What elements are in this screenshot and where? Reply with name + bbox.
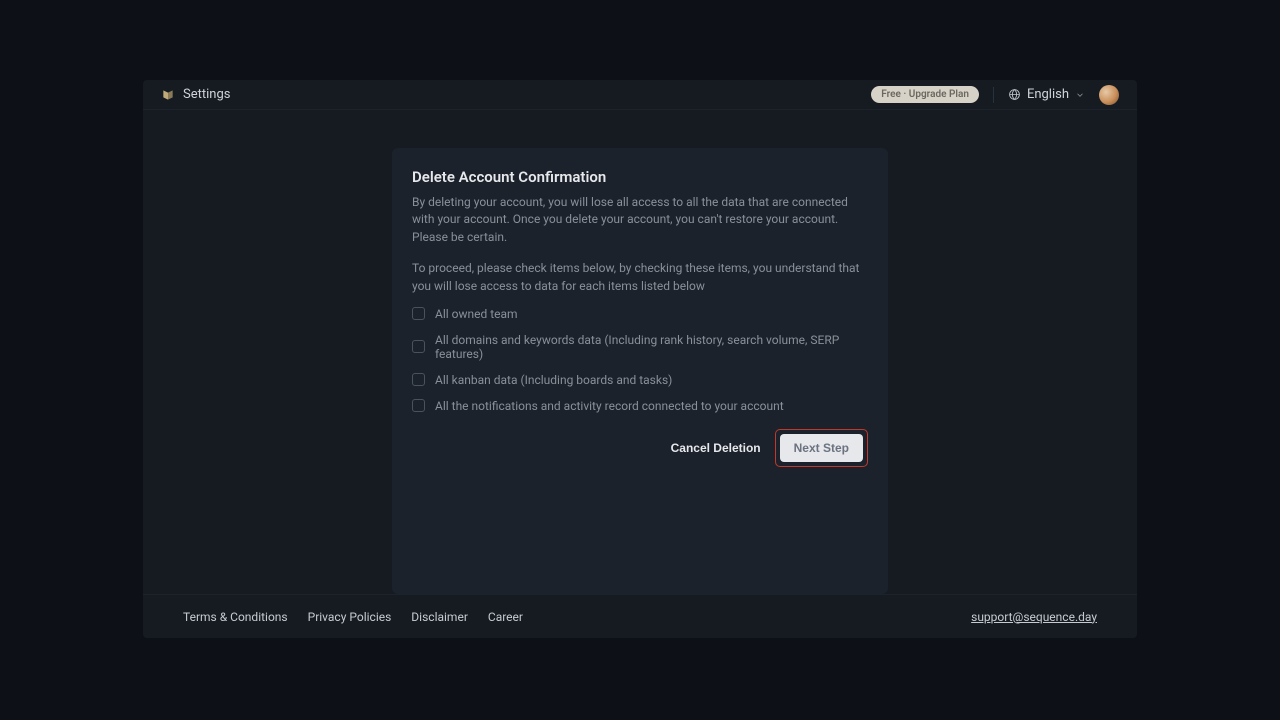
divider xyxy=(993,87,994,103)
page-title: Settings xyxy=(183,87,230,102)
header-right: Free · Upgrade Plan English xyxy=(871,85,1119,105)
checkbox-icon xyxy=(412,340,425,353)
app-window: Settings Free · Upgrade Plan English xyxy=(143,80,1137,638)
check-label: All domains and keywords data (Including… xyxy=(435,333,868,361)
checkbox-icon xyxy=(412,373,425,386)
check-owned-team[interactable]: All owned team xyxy=(412,307,868,321)
card-description-2: To proceed, please check items below, by… xyxy=(412,260,868,295)
avatar[interactable] xyxy=(1099,85,1119,105)
check-label: All owned team xyxy=(435,307,518,321)
next-step-button[interactable]: Next Step xyxy=(780,434,863,462)
check-label: All the notifications and activity recor… xyxy=(435,399,784,413)
delete-account-card: Delete Account Confirmation By deleting … xyxy=(392,148,888,594)
app-logo-icon xyxy=(161,88,175,102)
language-label: English xyxy=(1027,87,1069,102)
next-step-highlight: Next Step xyxy=(775,429,868,467)
checkbox-icon xyxy=(412,307,425,320)
support-email-link[interactable]: support@sequence.day xyxy=(971,610,1097,624)
checkbox-icon xyxy=(412,399,425,412)
footer-link-career[interactable]: Career xyxy=(488,610,523,624)
header-left: Settings xyxy=(161,87,230,102)
globe-icon xyxy=(1008,88,1021,101)
checkbox-list: All owned team All domains and keywords … xyxy=(412,307,868,413)
check-label: All kanban data (Including boards and ta… xyxy=(435,373,672,387)
chevron-down-icon xyxy=(1075,90,1085,100)
footer-link-terms[interactable]: Terms & Conditions xyxy=(183,610,288,624)
check-domains-keywords[interactable]: All domains and keywords data (Including… xyxy=(412,333,868,361)
card-actions: Cancel Deletion Next Step xyxy=(412,429,868,467)
card-description-1: By deleting your account, you will lose … xyxy=(412,194,868,246)
footer-links: Terms & Conditions Privacy Policies Disc… xyxy=(183,610,523,624)
cancel-deletion-button[interactable]: Cancel Deletion xyxy=(671,441,761,455)
language-selector[interactable]: English xyxy=(1008,87,1085,102)
footer-link-privacy[interactable]: Privacy Policies xyxy=(308,610,392,624)
footer: Terms & Conditions Privacy Policies Disc… xyxy=(143,594,1137,638)
header: Settings Free · Upgrade Plan English xyxy=(143,80,1137,110)
main-content: Delete Account Confirmation By deleting … xyxy=(143,110,1137,594)
card-title: Delete Account Confirmation xyxy=(412,168,868,186)
footer-link-disclaimer[interactable]: Disclaimer xyxy=(411,610,468,624)
check-kanban[interactable]: All kanban data (Including boards and ta… xyxy=(412,373,868,387)
check-notifications[interactable]: All the notifications and activity recor… xyxy=(412,399,868,413)
upgrade-plan-button[interactable]: Free · Upgrade Plan xyxy=(871,86,979,103)
